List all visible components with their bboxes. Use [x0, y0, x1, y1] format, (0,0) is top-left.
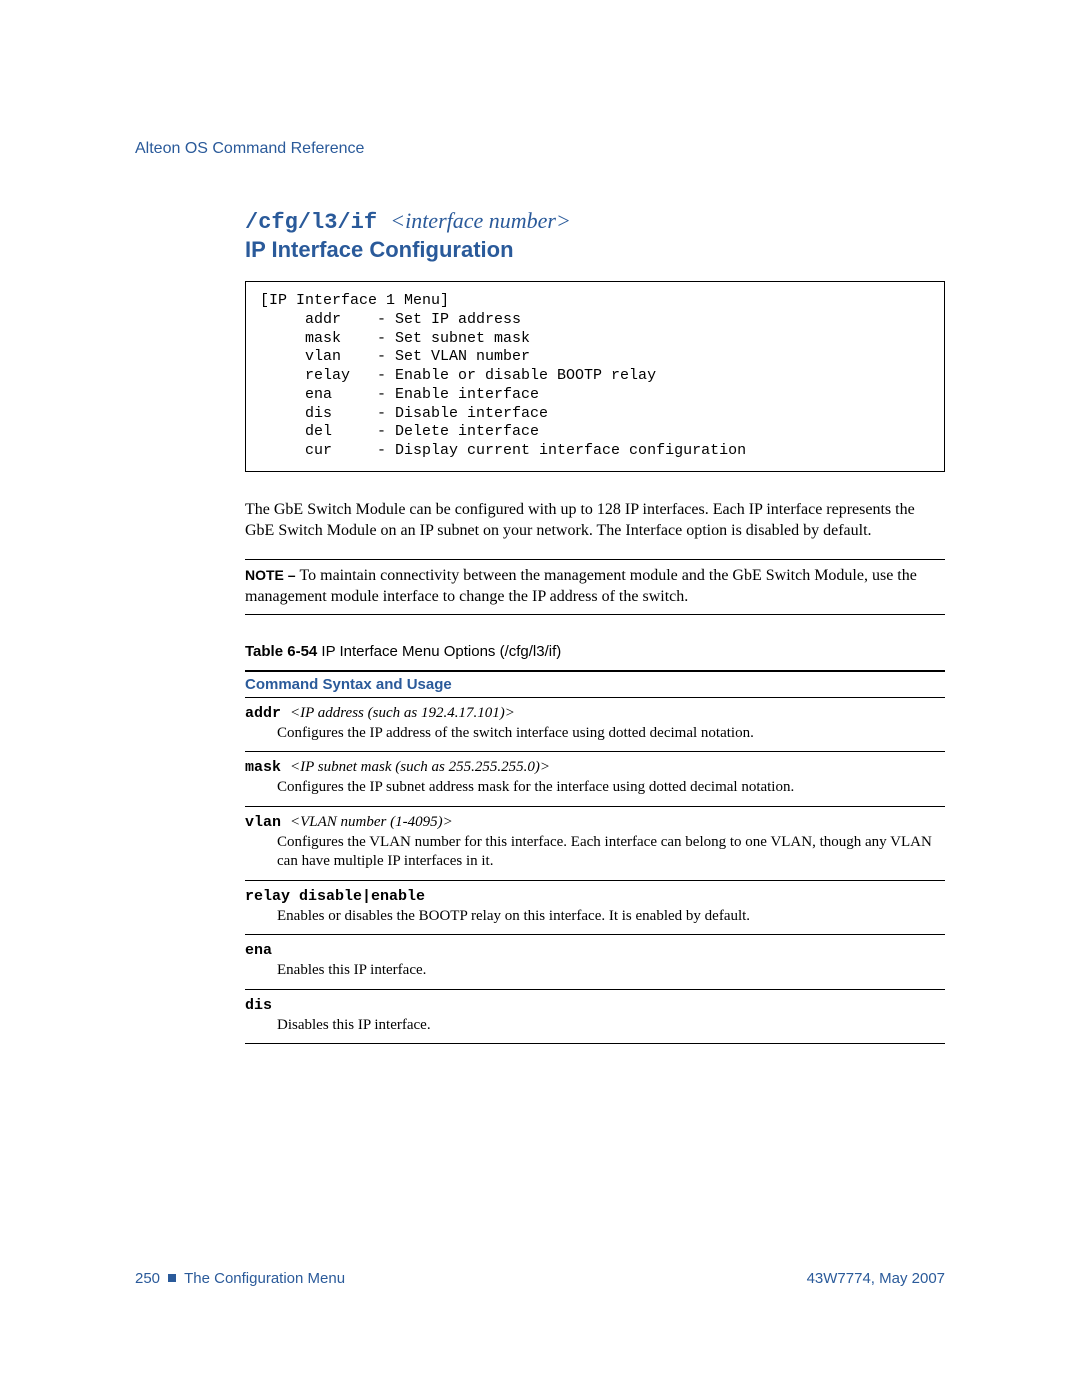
table-row: addr <IP address (such as 192.4.17.101)>… — [245, 698, 945, 753]
text: on an IP subnet on your network. The Int… — [377, 522, 872, 539]
text: The — [245, 501, 274, 518]
command-keyword: ena — [245, 942, 272, 959]
command-keyword: mask — [245, 759, 290, 776]
command-description: Configures the IP address of the switch … — [277, 724, 945, 744]
command-description: Disables this IP interface. — [277, 1016, 945, 1036]
text: can be configured with up to 128 IP inte… — [405, 501, 914, 518]
command-arg: <IP subnet mask (such as 255.255.255.0)> — [290, 759, 550, 775]
section-title: /cfg/l3/if <interface number> IP Interfa… — [245, 208, 945, 263]
note-text: To maintain connectivity between the man… — [245, 567, 917, 605]
command-keyword: dis — [245, 997, 272, 1014]
intro-paragraph: The GbE Switch Module can be configured … — [245, 500, 945, 542]
command-arg: <VLAN number (1-4095)> — [290, 814, 453, 830]
title-name: IP Interface Configuration — [245, 237, 945, 263]
table-row: mask <IP subnet mask (such as 255.255.25… — [245, 752, 945, 807]
square-bullet-icon — [168, 1274, 176, 1282]
title-command-arg: <interface number> — [390, 208, 571, 233]
table-row: ena Enables this IP interface. — [245, 935, 945, 990]
table-row: dis Disables this IP interface. — [245, 990, 945, 1045]
text: GbE Switch Module — [274, 501, 406, 518]
command-description: Configures the VLAN number for this inte… — [277, 833, 945, 872]
note-block: NOTE – To maintain connectivity between … — [245, 559, 945, 615]
footer-left-text: The Configuration Menu — [184, 1270, 345, 1287]
command-description: Enables this IP interface. — [277, 961, 945, 981]
title-command-path: /cfg/l3/if — [245, 210, 390, 235]
table-row: relay disable|enable Enables or disables… — [245, 881, 945, 936]
command-description: Configures the IP subnet address mask fo… — [277, 778, 945, 798]
note-label: NOTE – — [245, 567, 299, 583]
table-caption: Table 6-54 IP Interface Menu Options (/c… — [245, 643, 945, 660]
table-header: Command Syntax and Usage — [245, 670, 945, 698]
table-row: vlan <VLAN number (1-4095)> Configures t… — [245, 807, 945, 881]
footer-right: 43W7774, May 2007 — [807, 1270, 945, 1287]
command-description: Enables or disables the BOOTP relay on t… — [277, 907, 945, 927]
command-arg: <IP address (such as 192.4.17.101)> — [290, 705, 515, 721]
table-caption-number: Table 6-54 — [245, 643, 317, 660]
table-caption-title: IP Interface Menu Options (/cfg/l3/if) — [317, 643, 561, 660]
command-keyword: vlan — [245, 814, 290, 831]
command-keyword: relay disable|enable — [245, 888, 425, 905]
command-keyword: addr — [245, 705, 290, 722]
page-number: 250 — [135, 1270, 160, 1287]
body: The GbE Switch Module can be configured … — [245, 500, 945, 1045]
text: GbE Switch Module — [245, 522, 377, 539]
footer-left: 250 The Configuration Menu — [135, 1270, 345, 1287]
menu-listing: [IP Interface 1 Menu] addr - Set IP addr… — [245, 281, 945, 472]
page: Alteon OS Command Reference /cfg/l3/if <… — [0, 0, 1080, 1397]
footer: 250 The Configuration Menu 43W7774, May … — [135, 1270, 945, 1287]
running-header: Alteon OS Command Reference — [135, 140, 945, 158]
